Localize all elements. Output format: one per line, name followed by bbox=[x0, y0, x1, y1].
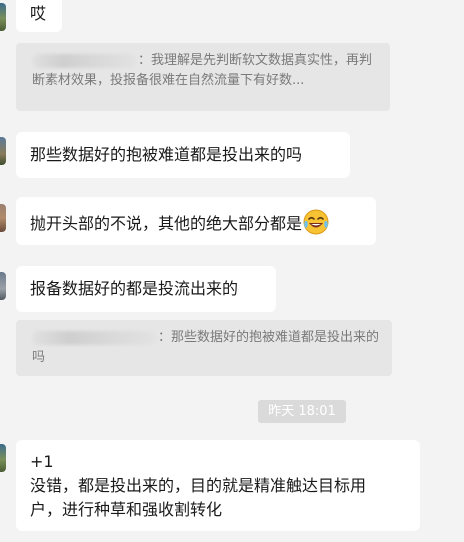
message-bubble[interactable]: 那些数据好的抱被难道都是投出来的吗 bbox=[16, 132, 350, 178]
message-text: 那些数据好的抱被难道都是投出来的吗 bbox=[30, 145, 303, 164]
quoted-reply[interactable]: ：那些数据好的抱被难道都是投出来的吗 bbox=[16, 320, 392, 376]
message-text-line: 户，进行种草和强收割转化 bbox=[30, 500, 223, 519]
avatar[interactable] bbox=[0, 204, 6, 232]
message-text: 报备数据好的都是投流出来的 bbox=[30, 279, 239, 298]
timestamp-badge: 昨天 18:01 bbox=[258, 400, 346, 423]
message-bubble[interactable]: +1 没错，都是投出来的，目的就是精准触达目标用 户，进行种草和强收割转化 bbox=[16, 440, 420, 531]
quoted-reply[interactable]: ：我理解是先判断软文数据真实性，再判断素材效果，投报备很难在自然流量下有好数..… bbox=[16, 43, 390, 111]
message-bubble[interactable]: 哎 bbox=[16, 0, 62, 32]
message-bubble[interactable]: 报备数据好的都是投流出来的 bbox=[16, 266, 276, 312]
message-text: 抛开头部的不说，其他的绝大部分都是 bbox=[30, 214, 303, 233]
avatar[interactable] bbox=[0, 444, 6, 472]
message-text: 哎 bbox=[30, 4, 47, 23]
laughing-tears-emoji-icon bbox=[303, 209, 329, 235]
avatar[interactable] bbox=[0, 137, 6, 165]
message-bubble[interactable]: 抛开头部的不说，其他的绝大部分都是 bbox=[16, 197, 376, 245]
avatar[interactable] bbox=[0, 272, 6, 300]
message-text-line: +1 bbox=[30, 452, 54, 471]
blurred-sender-name bbox=[32, 330, 156, 345]
message-text-line: 没错，都是投出来的，目的就是精准触达目标用 bbox=[30, 476, 367, 495]
avatar[interactable] bbox=[0, 3, 6, 31]
blurred-sender-name bbox=[32, 53, 136, 68]
